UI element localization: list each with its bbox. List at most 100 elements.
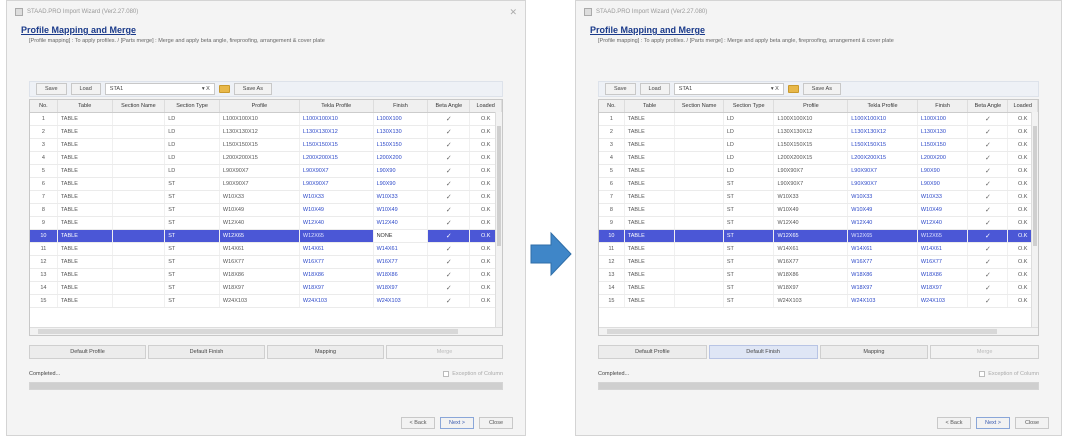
back-button[interactable]: < Back [401, 417, 435, 429]
table-row[interactable]: 14 TABLE ST W18X97 W18X97 W18X97 ✓ O.K [599, 281, 1038, 295]
table-row[interactable]: 3 TABLE LD L150X150X15 L150X150X15 L150X150 ✓ O… [30, 138, 502, 152]
table-row[interactable]: 13 TABLE ST W18X86 W18X86 W18X86 ✓ O.K [599, 268, 1038, 282]
horizontal-scrollbar[interactable] [599, 327, 1038, 335]
table-row[interactable]: 7 TABLE ST W10X33 W10X33 W10X33 ✓ O.K [30, 190, 502, 204]
col-beta-angle-cell[interactable]: ✓ [427, 151, 471, 165]
col-beta-angle-cell[interactable]: ✓ [427, 177, 471, 191]
default-profile-button[interactable]: Default Profile [29, 345, 146, 359]
col-finish-cell[interactable]: W16X77 [917, 255, 969, 269]
col-finish-cell[interactable]: L90X90 [917, 164, 969, 178]
table-row[interactable]: 2 TABLE LD L130X130X12 L130X130X12 L130X130 ✓ O… [599, 125, 1038, 139]
mapping-button[interactable]: Mapping [819, 345, 929, 359]
table-row[interactable]: 7 TABLE ST W10X33 W10X33 W10X33 ✓ O.K [599, 190, 1038, 204]
col-beta-angle-header[interactable]: Beta Angle [427, 100, 471, 113]
col-tekla-profile-cell[interactable]: W10X49 [299, 203, 374, 217]
checkbox-box[interactable] [979, 371, 986, 377]
table-row[interactable]: 8 TABLE ST W10X49 W10X49 W10X49 ✓ O.K [30, 203, 502, 217]
col-finish-cell[interactable]: L150X150 [917, 138, 969, 152]
table-row[interactable]: 4 TABLE LD L200X200X15 L200X200X15 L200X200 ✓ O… [30, 151, 502, 165]
col-tekla-profile-cell[interactable]: L90X90X7 [847, 164, 918, 178]
table-row[interactable]: 15 TABLE ST W24X103 W24X103 W24X103 ✓ O.K [599, 294, 1038, 308]
col-tekla-profile-cell[interactable]: L130X130X12 [847, 125, 918, 139]
table-row[interactable]: 9 TABLE ST W12X40 W12X40 W12X40 ✓ O.K [599, 216, 1038, 230]
col-tekla-profile-cell[interactable]: W16X77 [847, 255, 918, 269]
col-section-type-header[interactable]: Section Type [164, 100, 220, 113]
table-row[interactable]: 12 TABLE ST W16X77 W16X77 W16X77 ✓ O.K [599, 255, 1038, 269]
col-table-header[interactable]: Table [624, 100, 676, 113]
col-finish-header[interactable]: Finish [917, 100, 969, 113]
col-tekla-profile-cell[interactable]: W18X97 [847, 281, 918, 295]
table-row[interactable]: 5 TABLE LD L90X90X7 L90X90X7 L90X90 ✓ O.K [599, 164, 1038, 178]
table-row[interactable]: 10 TABLE ST W12X65 W12X65 NONE ✓ O.K [30, 229, 502, 243]
col-tekla-profile-header[interactable]: Tekla Profile [847, 100, 918, 113]
combo-dropdown-clear-icon[interactable]: ▾ X [771, 86, 779, 92]
col-finish-cell[interactable]: W10X33 [917, 190, 969, 204]
col-finish-header[interactable]: Finish [373, 100, 429, 113]
col-beta-angle-cell[interactable]: ✓ [427, 125, 471, 139]
next-button[interactable]: Next > [440, 417, 474, 429]
col-section-type-header[interactable]: Section Type [723, 100, 775, 113]
col-profile-header[interactable]: Profile [219, 100, 300, 113]
vertical-scrollbar[interactable] [1031, 112, 1038, 327]
col-beta-angle-cell[interactable]: ✓ [967, 190, 1009, 204]
mapping-grid[interactable]: No. Table Section Name Section Type Profile T… [598, 99, 1039, 336]
vertical-scrollbar[interactable] [495, 112, 502, 327]
back-button[interactable]: < Back [937, 417, 971, 429]
preset-combo[interactable]: STA1 ▾ X [104, 83, 215, 95]
col-beta-angle-cell[interactable]: ✓ [967, 177, 1009, 191]
col-beta-angle-cell[interactable]: ✓ [967, 151, 1009, 165]
table-row[interactable]: 15 TABLE ST W24X103 W24X103 W24X103 ✓ O.K [30, 294, 502, 308]
col-finish-cell[interactable]: W18X86 [373, 268, 429, 282]
col-profile-header[interactable]: Profile [773, 100, 849, 113]
scroll-thumb[interactable] [497, 126, 501, 246]
col-finish-cell[interactable]: W18X97 [917, 281, 969, 295]
col-beta-angle-cell[interactable]: ✓ [967, 294, 1009, 308]
col-tekla-profile-cell[interactable]: W24X103 [299, 294, 374, 308]
col-finish-cell[interactable]: W10X49 [917, 203, 969, 217]
col-tekla-profile-cell[interactable]: L100X100X10 [299, 112, 374, 126]
col-beta-angle-cell[interactable]: ✓ [427, 255, 471, 269]
col-tekla-profile-cell[interactable]: L90X90X7 [299, 164, 374, 178]
col-finish-cell[interactable]: W12X40 [373, 216, 429, 230]
col-beta-angle-cell[interactable]: ✓ [967, 203, 1009, 217]
col-finish-cell[interactable]: NONE [373, 229, 429, 243]
col-finish-cell[interactable]: W24X103 [917, 294, 969, 308]
table-row[interactable]: 3 TABLE LD L150X150X15 L150X150X15 L150X150 ✓ O… [599, 138, 1038, 152]
col-tekla-profile-cell[interactable]: W14X61 [299, 242, 374, 256]
save-as-button[interactable]: Save As [233, 83, 272, 95]
col-finish-cell[interactable]: L130X130 [373, 125, 429, 139]
col-tekla-profile-cell[interactable]: L200X200X15 [299, 151, 374, 165]
col-tekla-profile-cell[interactable]: W12X65 [299, 229, 374, 243]
col-tekla-profile-cell[interactable]: W18X86 [299, 268, 374, 282]
col-beta-angle-cell[interactable]: ✓ [427, 281, 471, 295]
col-beta-angle-cell[interactable]: ✓ [427, 216, 471, 230]
col-tekla-profile-cell[interactable]: L150X150X15 [299, 138, 374, 152]
col-finish-cell[interactable]: W12X65 [917, 229, 969, 243]
table-row[interactable]: 12 TABLE ST W16X77 W16X77 W16X77 ✓ O.K [30, 255, 502, 269]
scroll-thumb[interactable] [38, 329, 458, 334]
col-finish-cell[interactable]: W10X49 [373, 203, 429, 217]
col-section-name-header[interactable]: Section Name [674, 100, 724, 113]
col-section-name-header[interactable]: Section Name [112, 100, 166, 113]
col-finish-cell[interactable]: L130X130 [917, 125, 969, 139]
col-beta-angle-header[interactable]: Beta Angle [967, 100, 1009, 113]
col-finish-cell[interactable]: L150X150 [373, 138, 429, 152]
col-beta-angle-cell[interactable]: ✓ [427, 112, 471, 126]
col-tekla-profile-cell[interactable]: W14X61 [847, 242, 918, 256]
col-beta-angle-cell[interactable]: ✓ [967, 229, 1009, 243]
table-row[interactable]: 6 TABLE ST L90X90X7 L90X90X7 L90X90 ✓ O.K [599, 177, 1038, 191]
col-tekla-profile-cell[interactable]: W12X40 [847, 216, 918, 230]
col-finish-cell[interactable]: W14X61 [373, 242, 429, 256]
next-button[interactable]: Next > [976, 417, 1010, 429]
load-button[interactable]: Load [639, 83, 670, 95]
col-beta-angle-cell[interactable]: ✓ [967, 112, 1009, 126]
col-beta-angle-cell[interactable]: ✓ [427, 229, 471, 243]
default-finish-button[interactable]: Default Finish [148, 345, 265, 359]
col-beta-angle-cell[interactable]: ✓ [427, 242, 471, 256]
col-no-header[interactable]: No. [599, 100, 625, 113]
col-finish-cell[interactable]: L90X90 [373, 177, 429, 191]
close-button[interactable]: Close [1015, 417, 1049, 429]
table-row[interactable]: 1 TABLE LD L100X100X10 L100X100X10 L100X100 ✓ O… [599, 112, 1038, 126]
col-finish-cell[interactable]: L90X90 [917, 177, 969, 191]
close-icon[interactable]: ✕ [509, 7, 517, 18]
